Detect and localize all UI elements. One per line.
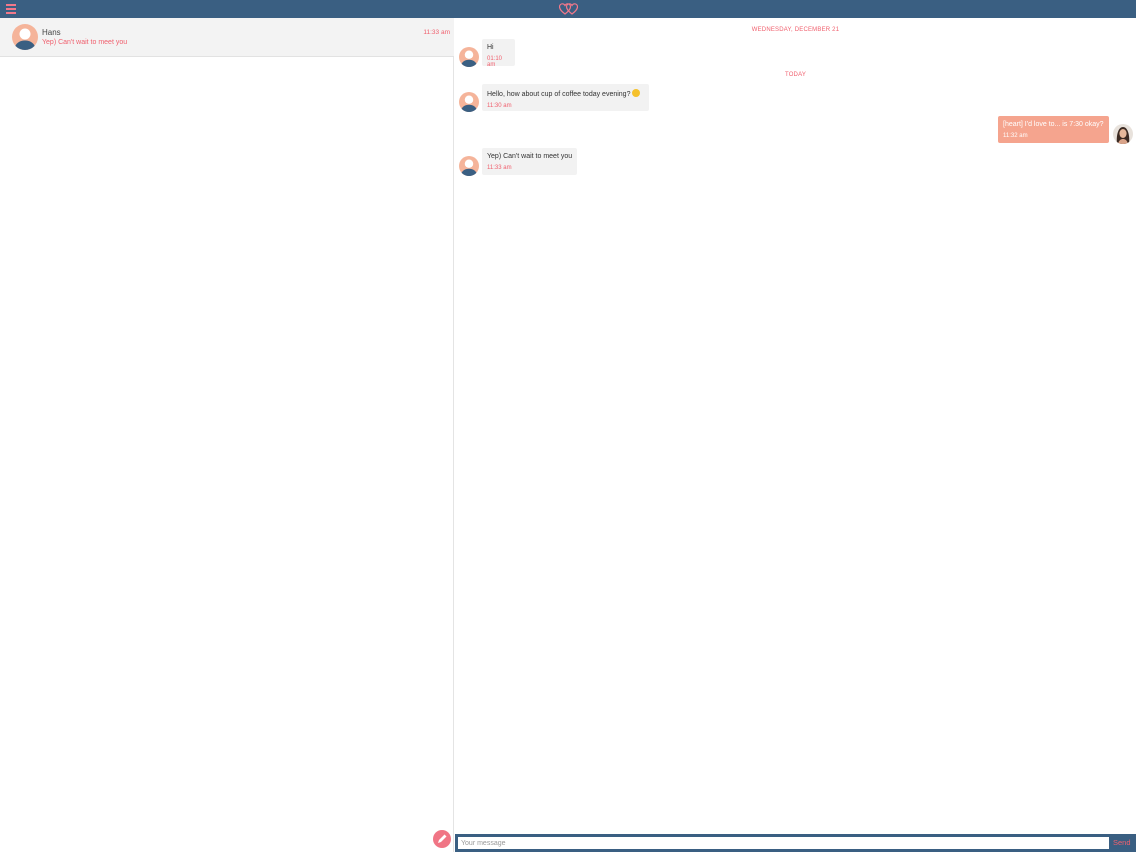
avatar [459,47,479,67]
top-bar [0,0,1136,18]
conversation-list: Hans Yep) Can't wait to meet you 11:33 a… [0,18,454,852]
last-message-time: 11:33 am [423,29,450,36]
message-time: 11:30 am [487,103,512,109]
date-separator: WEDNESDAY, DECEMBER 21 [751,27,840,33]
message-bubble: Hi 01:10 am [482,39,515,68]
pencil-icon [438,834,447,843]
last-message-preview: Yep) Can't wait to meet you [42,39,128,46]
message-text: [heart] I'd love to... is 7:30 okay? [1003,121,1104,128]
message-time: 01:10 am [487,56,503,68]
message-bubble-outgoing: [heart] I'd love to... is 7:30 okay? 11:… [998,116,1109,143]
compose-button[interactable] [433,830,451,848]
hearts-logo-icon [559,3,578,15]
avatar [12,24,38,50]
send-button[interactable]: Send [1113,838,1131,847]
smile-emoji-icon [632,89,641,97]
message-time: 11:33 am [487,165,512,171]
avatar [459,92,479,112]
message-bubble: Hello, how about cup of coffee today eve… [482,84,649,111]
message-text-content: Hello, how about cup of coffee today eve… [487,91,631,98]
avatar [459,156,479,176]
message-text: Hello, how about cup of coffee today eve… [487,89,644,98]
message-text: Yep) Can't wait to meet you [487,153,573,160]
message-composer: Send [455,834,1136,852]
hamburger-menu-icon[interactable] [6,4,16,14]
message-time: 11:32 am [1003,133,1028,139]
contact-name: Hans [42,28,61,37]
message-text: Hi [487,44,494,51]
conversation-item[interactable]: Hans Yep) Can't wait to meet you 11:33 a… [0,18,454,57]
chat-panel: WEDNESDAY, DECEMBER 21 Hi 01:10 am TODAY… [455,18,1136,834]
message-bubble: Yep) Can't wait to meet you 11:33 am [482,148,577,175]
user-avatar [1113,124,1133,144]
message-input[interactable] [458,837,1109,849]
date-separator: TODAY [784,72,807,78]
